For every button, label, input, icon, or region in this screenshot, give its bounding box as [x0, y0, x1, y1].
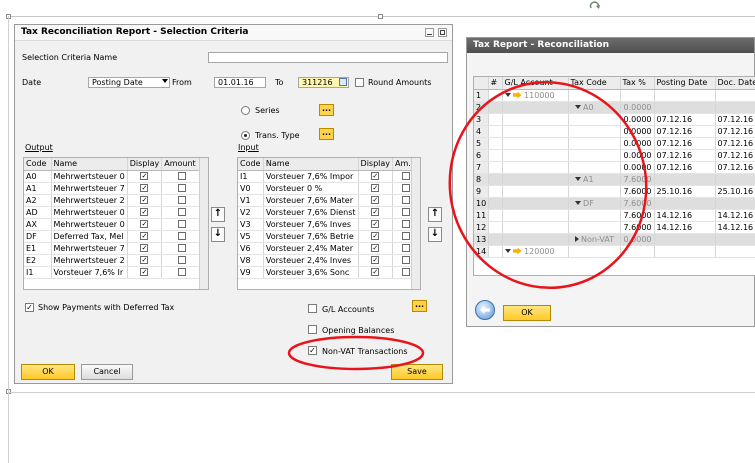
annotation-overlay: [287, 80, 648, 371]
annotation-circle-non-vat: [287, 335, 425, 371]
annotation-circle-report: [448, 80, 648, 290]
